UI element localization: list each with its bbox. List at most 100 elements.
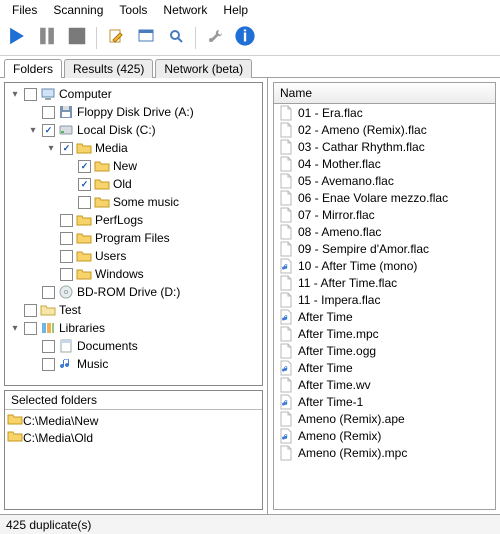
selected-folders-title: Selected folders [5,391,262,410]
file-row[interactable]: Ameno (Remix).mpc [274,444,495,461]
magnify-button[interactable] [163,25,189,51]
file-row[interactable]: 01 - Era.flac [274,104,495,121]
file-row[interactable]: 02 - Ameno (Remix).flac [274,121,495,138]
tree-node[interactable]: Documents [5,337,262,355]
file-row[interactable]: After Time.ogg [274,342,495,359]
folder-icon [76,212,92,228]
tree-checkbox[interactable] [42,286,55,299]
tree-node[interactable]: ▾Local Disk (C:) [5,121,262,139]
menu-files[interactable]: Files [4,1,45,19]
tree-checkbox[interactable] [60,268,73,281]
tree-checkbox[interactable] [78,160,91,173]
file-icon [278,343,294,359]
file-name: 02 - Ameno (Remix).flac [298,123,427,137]
tree-checkbox[interactable] [24,304,37,317]
tree-checkbox[interactable] [42,124,55,137]
tab-results-425[interactable]: Results (425) [64,59,153,78]
file-row[interactable]: 10 - After Time (mono) [274,257,495,274]
tree-node[interactable]: Some music [5,193,262,211]
file-row[interactable]: Ameno (Remix) [274,427,495,444]
tree-checkbox[interactable] [78,196,91,209]
tree-checkbox[interactable] [60,232,73,245]
stop-button[interactable] [64,25,90,51]
column-name[interactable]: Name [280,86,312,100]
folder-tree[interactable]: ▾ComputerFloppy Disk Drive (A:)▾Local Di… [4,82,263,386]
tree-checkbox[interactable] [42,340,55,353]
menu-help[interactable]: Help [215,1,256,19]
tree-checkbox[interactable] [42,358,55,371]
menu-scanning[interactable]: Scanning [45,1,111,19]
tree-node[interactable]: ▾Media [5,139,262,157]
file-name: 03 - Cathar Rhythm.flac [298,140,425,154]
tree-node[interactable]: Windows [5,265,262,283]
pause-button[interactable] [34,25,60,51]
tree-node[interactable]: BD-ROM Drive (D:) [5,283,262,301]
file-row[interactable]: 04 - Mother.flac [274,155,495,172]
tree-node[interactable]: Music [5,355,262,373]
tree-checkbox[interactable] [60,142,73,155]
toolbar: i [0,20,500,56]
tree-checkbox[interactable] [42,106,55,119]
collapse-icon[interactable]: ▾ [45,143,57,154]
tree-node[interactable]: Program Files [5,229,262,247]
tree-node[interactable]: PerfLogs [5,211,262,229]
tree-checkbox[interactable] [24,88,37,101]
file-row[interactable]: 08 - Ameno.flac [274,223,495,240]
stop-icon [66,25,88,50]
file-name: 11 - After Time.flac [298,276,397,290]
file-list[interactable]: 01 - Era.flac 02 - Ameno (Remix).flac 03 -… [273,104,496,510]
file-icon [278,173,294,189]
dvd-icon [58,284,74,300]
tree-node[interactable]: ▾Libraries [5,319,262,337]
file-name: 05 - Avemano.flac [298,174,394,188]
tab-folders[interactable]: Folders [4,59,62,78]
file-row[interactable]: 11 - Impera.flac [274,291,495,308]
file-icon [278,122,294,138]
tree-label: Some music [113,195,179,209]
tree-checkbox[interactable] [60,250,73,263]
file-row[interactable]: After Time.mpc [274,325,495,342]
collapse-icon[interactable]: ▾ [9,89,21,100]
file-row[interactable]: 06 - Enae Volare mezzo.flac [274,189,495,206]
tree-checkbox[interactable] [24,322,37,335]
tab-network-beta[interactable]: Network (beta) [155,59,252,78]
file-icon [278,241,294,257]
collapse-icon[interactable]: ▾ [27,125,39,136]
play-button[interactable] [4,25,30,51]
file-row[interactable]: 09 - Sempire d'Amor.flac [274,240,495,257]
tree-checkbox[interactable] [78,178,91,191]
window-button[interactable] [133,25,159,51]
tree-node[interactable]: Users [5,247,262,265]
edit-button[interactable] [103,25,129,51]
tree-node[interactable]: ▾Computer [5,85,262,103]
file-row[interactable]: After Time.wv [274,376,495,393]
selected-folder-row[interactable]: C:\Media\Old [7,429,260,446]
file-row[interactable]: After Time-1 [274,393,495,410]
file-row[interactable]: Ameno (Remix).ape [274,410,495,427]
tree-checkbox[interactable] [60,214,73,227]
tools-button[interactable] [202,25,228,51]
menu-tools[interactable]: Tools [111,1,155,19]
file-row[interactable]: 03 - Cathar Rhythm.flac [274,138,495,155]
file-row[interactable]: After Time [274,359,495,376]
tree-node[interactable]: Old [5,175,262,193]
selected-folders-panel: Selected folders C:\Media\NewC:\Media\Ol… [4,390,263,510]
tree-label: Users [95,249,126,263]
menu-network[interactable]: Network [155,1,215,19]
file-row[interactable]: 07 - Mirror.flac [274,206,495,223]
info-button[interactable]: i [232,25,258,51]
magnify-icon [168,28,184,47]
tree-node[interactable]: New [5,157,262,175]
file-row[interactable]: After Time [274,308,495,325]
file-list-header[interactable]: Name [273,82,496,104]
file-name: 11 - Impera.flac [298,293,380,307]
selected-folder-row[interactable]: C:\Media\New [7,412,260,429]
info-icon: i [234,25,256,50]
file-icon [278,445,294,461]
file-row[interactable]: 05 - Avemano.flac [274,172,495,189]
file-row[interactable]: 11 - After Time.flac [274,274,495,291]
folder-icon [94,176,110,192]
tree-node[interactable]: Floppy Disk Drive (A:) [5,103,262,121]
collapse-icon[interactable]: ▾ [9,323,21,334]
tree-node[interactable]: Test [5,301,262,319]
